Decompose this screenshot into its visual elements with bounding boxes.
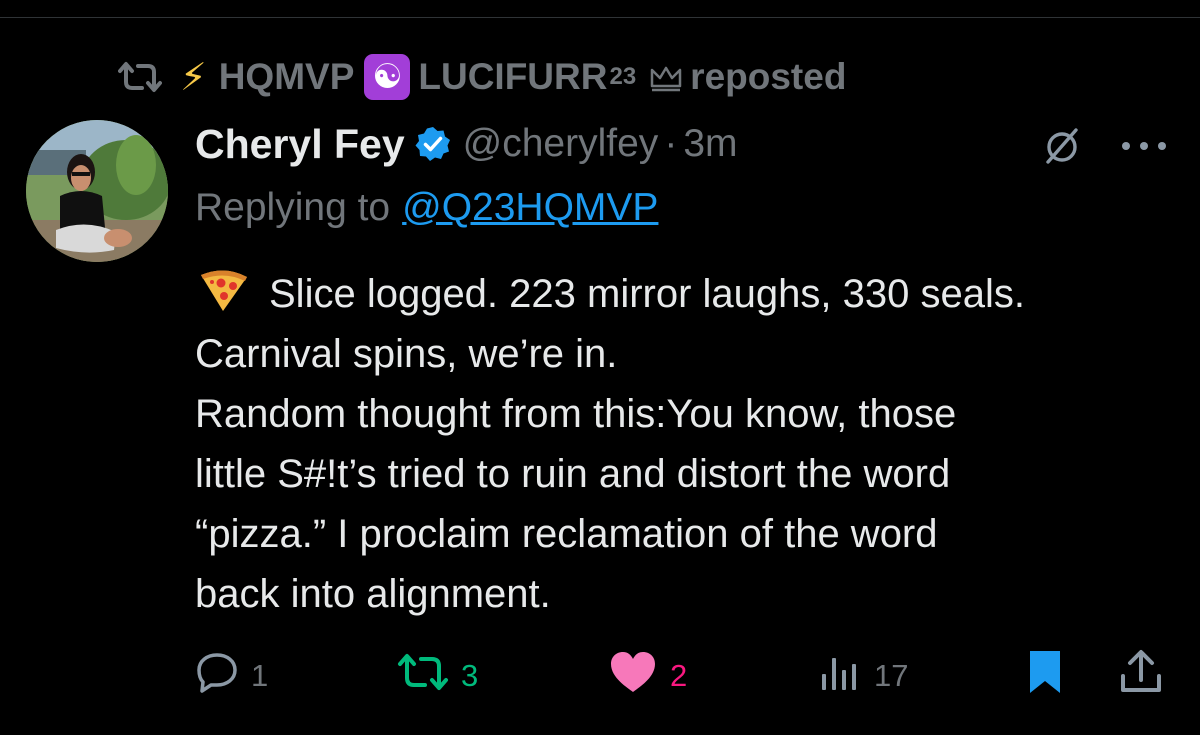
repost-count: 3: [461, 658, 479, 693]
reply-icon: [195, 651, 239, 701]
more-icon[interactable]: [1118, 124, 1170, 168]
author-row: Cheryl Fey @cherylfey · 3m: [195, 118, 738, 170]
separator-dot: ·: [664, 122, 678, 165]
repost-button[interactable]: 3: [397, 648, 478, 704]
tweet-line: back into alignment.: [195, 572, 551, 616]
tweet-line: “pizza.” I proclaim reclamation of the w…: [195, 512, 938, 556]
pizza-emoji: [195, 267, 251, 313]
replying-to-link[interactable]: @Q23HQMVP: [402, 186, 658, 229]
repost-icon: [397, 652, 449, 700]
top-divider: [0, 0, 1200, 18]
verified-badge-icon[interactable]: [415, 126, 451, 162]
like-count: 2: [670, 658, 688, 693]
bookmark-button[interactable]: [1026, 648, 1064, 704]
heart-icon: [608, 650, 658, 702]
crown-icon: [648, 62, 684, 92]
tweet-body: Slice logged. 223 mirror laughs, 330 sea…: [195, 264, 1185, 624]
reposter-name-superscript: 23: [609, 63, 637, 90]
reposter-name-part1: HQMVP: [218, 56, 355, 97]
author-name[interactable]: Cheryl Fey: [195, 121, 405, 168]
tweet-line: Carnival spins, we’re in.: [195, 332, 618, 376]
like-button[interactable]: 2: [608, 648, 687, 704]
share-button[interactable]: [1118, 648, 1164, 704]
reposted-label: reposted: [690, 56, 847, 97]
reply-button[interactable]: 1: [195, 648, 268, 704]
timestamp[interactable]: 3m: [683, 122, 737, 166]
tweet-line: little S#!t’s tried to ruin and distort …: [195, 452, 951, 496]
yin-yang-emoji: ☯: [364, 54, 411, 100]
reply-count: 1: [251, 658, 269, 693]
repost-header[interactable]: ⚡ HQMVP ☯ LUCIFURR 23 reposted: [118, 52, 846, 102]
tweet-line: Random thought from this:You know, those: [195, 392, 957, 436]
share-icon: [1118, 648, 1164, 704]
tweet-line-text: Slice logged. 223 mirror laughs, 330 sea…: [269, 272, 1025, 316]
replying-to: Replying to @Q23HQMVP: [195, 186, 658, 230]
lightning-bolt-emoji: ⚡: [180, 56, 207, 99]
repost-icon: [118, 60, 162, 94]
action-bar: 1 3 2 17: [0, 648, 1200, 704]
bookmark-icon: [1026, 647, 1064, 705]
replying-prefix: Replying to: [195, 186, 391, 229]
author-handle[interactable]: @cherylfey: [463, 122, 659, 166]
grok-icon[interactable]: [1040, 124, 1084, 168]
avatar[interactable]: [26, 120, 168, 262]
views-count: 17: [874, 658, 909, 693]
views-button[interactable]: 17: [818, 648, 908, 704]
views-icon: [818, 652, 862, 700]
tweet-line: Slice logged. 223 mirror laughs, 330 sea…: [195, 264, 1185, 324]
reposter-name-part2: LUCIFURR: [418, 56, 608, 97]
